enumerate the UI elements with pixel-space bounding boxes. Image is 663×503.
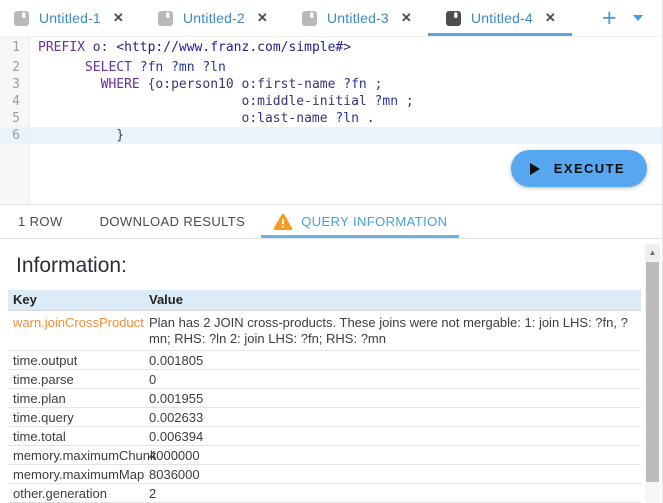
- save-icon: [14, 11, 29, 26]
- line-number: 5: [0, 110, 30, 127]
- tab-label: Untitled-3: [327, 10, 389, 26]
- value-cell: 0.006394: [144, 427, 641, 446]
- code-line-text: o:middle-initial ?mn ;: [30, 93, 414, 110]
- value-cell: 2: [144, 484, 641, 503]
- line-number: [0, 144, 30, 204]
- save-icon: [302, 11, 317, 26]
- editor-tab-untitled-4[interactable]: Untitled-4 ✕: [432, 0, 576, 36]
- editor-tab-untitled-3[interactable]: Untitled-3 ✕: [288, 0, 432, 36]
- code-line-text: WHERE {o:person10 o:first-name ?fn ;: [30, 76, 382, 93]
- table-row-time-query: time.query0.002633: [8, 408, 641, 427]
- query-information-panel: Information: KeyValue warn.joinCrossProd…: [0, 239, 662, 503]
- info-heading: Information:: [16, 254, 662, 278]
- table-row-time-parse: time.parse0: [8, 370, 641, 389]
- tab-label: Untitled-2: [183, 10, 245, 26]
- code-line[interactable]: 4 o:middle-initial ?mn ;: [0, 93, 662, 110]
- code-line-text: SELECT ?fn ?mn ?ln: [30, 59, 226, 76]
- key-cell: time.output: [8, 351, 144, 370]
- table-row-memory-maximummap: memory.maximumMap8036000: [8, 465, 641, 484]
- value-cell: 4000000: [144, 446, 641, 465]
- line-number: 2: [0, 59, 30, 76]
- editor-tabs: Untitled-1 ✕ Untitled-2 ✕ Untitled-3 ✕ U…: [0, 0, 576, 36]
- tab-label: Untitled-4: [471, 10, 533, 26]
- editor-tab-untitled-1[interactable]: Untitled-1 ✕: [0, 0, 144, 36]
- execute-button[interactable]: EXECUTE: [511, 150, 647, 187]
- vertical-scrollbar[interactable]: ▲: [645, 244, 660, 503]
- value-cell: 8036000: [144, 465, 641, 484]
- tab-label: Untitled-1: [39, 10, 101, 26]
- code-line[interactable]: 5 o:last-name ?ln .: [0, 110, 662, 127]
- close-tab-icon[interactable]: ✕: [401, 10, 412, 26]
- key-cell: warn.joinCrossProduct: [8, 311, 144, 351]
- table-header-value: Value: [144, 290, 641, 311]
- value-cell: 0.001805: [144, 351, 641, 370]
- execute-button-label: EXECUTE: [554, 161, 625, 176]
- new-tab-button[interactable]: +: [602, 6, 617, 31]
- line-number: 4: [0, 93, 30, 110]
- warning-icon: [273, 213, 293, 231]
- value-cell: 0: [144, 370, 641, 389]
- play-icon: [530, 163, 540, 175]
- table-row-other-generation: other.generation2: [8, 484, 641, 503]
- key-cell: time.parse: [8, 370, 144, 389]
- editor-tab-untitled-2[interactable]: Untitled-2 ✕: [144, 0, 288, 36]
- code-line[interactable]: 3 WHERE {o:person10 o:first-name ?fn ;: [0, 76, 662, 93]
- table-header-key: Key: [8, 290, 144, 311]
- scroll-up-arrow-icon[interactable]: ▲: [645, 244, 660, 261]
- scrollbar-thumb[interactable]: [646, 262, 659, 482]
- table-row-memory-maximumchunk: memory.maximumChunk4000000: [8, 446, 641, 465]
- value-cell: 0.002633: [144, 408, 641, 427]
- results-tab-label: DOWNLOAD RESULTS: [100, 214, 246, 229]
- key-cell: time.total: [8, 427, 144, 446]
- code-line-text: }: [30, 127, 124, 144]
- key-cell: time.query: [8, 408, 144, 427]
- key-cell: other.generation: [8, 484, 144, 503]
- value-cell: 0.001955: [144, 389, 641, 408]
- save-icon: [158, 11, 173, 26]
- line-number: 6: [0, 127, 30, 144]
- close-tab-icon[interactable]: ✕: [257, 10, 268, 26]
- key-cell: memory.maximumChunk: [8, 446, 144, 465]
- results-tab-bar: 1 ROW DOWNLOAD RESULTS QUERY INFORMATION: [0, 205, 662, 239]
- table-row-time-output: time.output0.001805: [8, 351, 641, 370]
- results-tab-query-information[interactable]: QUERY INFORMATION: [261, 205, 459, 238]
- table-row-time-total: time.total0.006394: [8, 427, 641, 446]
- sparql-code-editor[interactable]: 1 PREFIX o: <http://www.franz.com/simple…: [0, 37, 662, 205]
- results-tab-label: QUERY INFORMATION: [301, 214, 447, 229]
- key-cell: time.plan: [8, 389, 144, 408]
- code-line[interactable]: 1 PREFIX o: <http://www.franz.com/simple…: [0, 37, 662, 59]
- query-editor-window: Untitled-1 ✕ Untitled-2 ✕ Untitled-3 ✕ U…: [0, 0, 663, 503]
- close-tab-icon[interactable]: ✕: [113, 10, 124, 26]
- save-icon: [446, 11, 461, 26]
- editor-tab-bar: Untitled-1 ✕ Untitled-2 ✕ Untitled-3 ✕ U…: [0, 0, 662, 37]
- code-line[interactable]: 6 }: [0, 127, 662, 144]
- table-row-warn-joincrossproduct: warn.joinCrossProductPlan has 2 JOIN cro…: [8, 311, 641, 351]
- results-tab-label: 1 ROW: [18, 214, 63, 229]
- chevron-down-icon[interactable]: [633, 15, 643, 21]
- code-line-text: o:last-name ?ln .: [30, 110, 375, 127]
- results-tab-download-results[interactable]: DOWNLOAD RESULTS: [100, 205, 246, 238]
- line-number: 1: [0, 37, 30, 59]
- line-number: 3: [0, 76, 30, 93]
- table-row-time-plan: time.plan0.001955: [8, 389, 641, 408]
- value-cell: Plan has 2 JOIN cross-products. These jo…: [144, 311, 641, 351]
- table-header-row: KeyValue: [8, 290, 641, 311]
- results-tab-1-row[interactable]: 1 ROW: [18, 205, 63, 238]
- code-line[interactable]: 2 SELECT ?fn ?mn ?ln: [0, 59, 662, 76]
- code-line-text: PREFIX o: <http://www.franz.com/simple#>: [30, 37, 351, 59]
- code-line-text: [30, 144, 38, 204]
- info-table: KeyValue warn.joinCrossProductPlan has 2…: [8, 290, 641, 503]
- close-tab-icon[interactable]: ✕: [545, 10, 556, 26]
- key-cell: memory.maximumMap: [8, 465, 144, 484]
